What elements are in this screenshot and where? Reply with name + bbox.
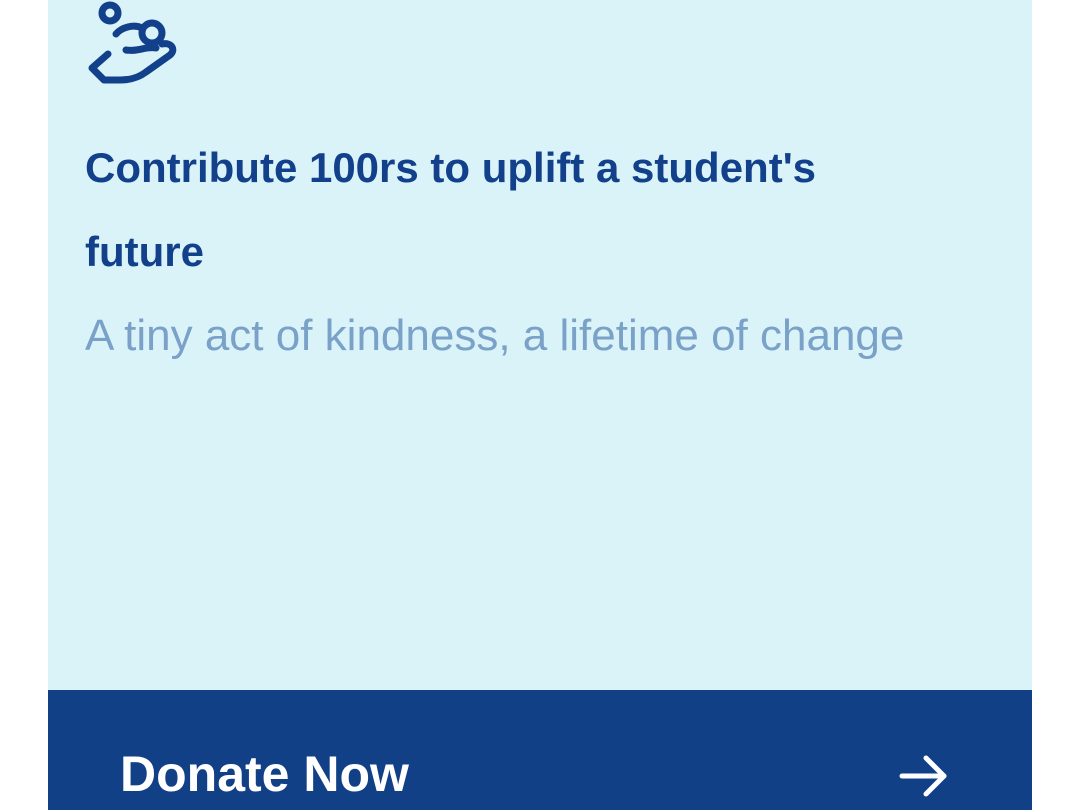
card-subtitle: A tiny act of kindness, a lifetime of ch… bbox=[85, 311, 905, 360]
donation-card: Contribute 100rs to uplift a student's f… bbox=[48, 0, 1032, 810]
hand-holding-coin-icon bbox=[88, 1, 177, 84]
donate-now-button[interactable]: Donate Now bbox=[48, 690, 1032, 810]
card-headline: Contribute 100rs to uplift a student's f… bbox=[85, 144, 817, 275]
donate-now-label: Donate Now bbox=[120, 746, 409, 802]
arrow-right-icon bbox=[899, 755, 947, 797]
